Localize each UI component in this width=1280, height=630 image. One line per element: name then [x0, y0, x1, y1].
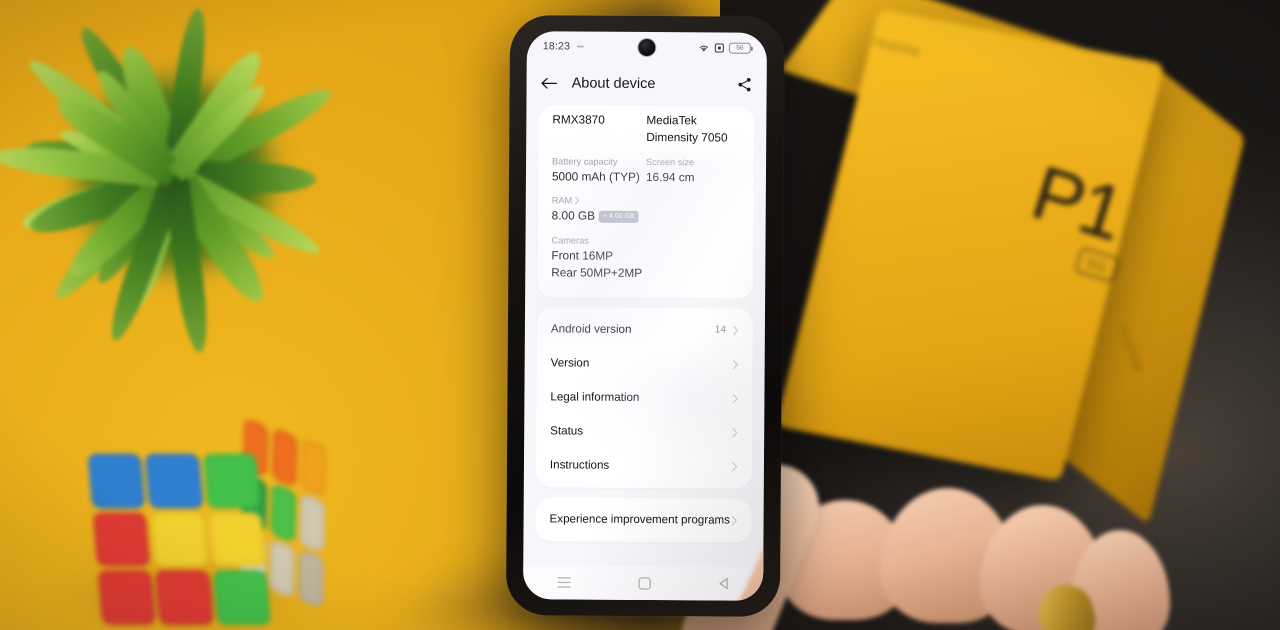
spec-ram-spacer [646, 185, 740, 225]
cube-sticker [212, 570, 272, 626]
experience-card: Experience improvement programs [535, 496, 752, 543]
ram-label-wrap: RAM [552, 196, 646, 207]
cube-sticker [150, 512, 209, 567]
cube-sticker [270, 483, 297, 544]
ram-label: RAM [551, 195, 573, 206]
page-title: About device [571, 75, 656, 93]
list-item-value: 14 [714, 324, 726, 336]
chevron-right-icon [575, 197, 580, 205]
cube-sticker [92, 512, 151, 567]
cube-sticker [300, 437, 327, 498]
list-item-label: Android version [550, 322, 632, 336]
screen-record-icon [714, 42, 724, 53]
spec-row-model: RMX3870 MediaTek Dimensity 7050 [552, 111, 740, 146]
status-dash-icon [577, 45, 585, 48]
battery-icon: 56 [728, 42, 751, 54]
wifi-icon [699, 45, 709, 52]
list-item[interactable]: Android version 14 [537, 312, 753, 348]
back-arrow-icon[interactable] [541, 76, 558, 90]
chipset-line2: Dimensity 7050 [646, 129, 728, 145]
spec-cameras-spacer [645, 225, 739, 282]
ram-value-wrap: 8.00 GB + 4.00 GB [552, 208, 646, 225]
cube-sticker [271, 427, 298, 488]
smartphone: 18:23 56 About device RMX3870 MediaTek D… [505, 15, 785, 617]
chevron-right-icon [733, 359, 738, 369]
spec-cameras: Cameras Front 16MP Rear 50MP+2MP [551, 224, 645, 281]
spec-screen: Screen size 16.94 cm [646, 146, 740, 186]
spec-battery: Battery capacity 5000 mAh (TYP) [552, 145, 646, 185]
app-bar: About device [526, 61, 767, 107]
navigation-bar [523, 565, 764, 601]
list-item[interactable]: Version [537, 346, 753, 382]
chevron-right-icon [732, 393, 738, 403]
screen-value: 16.94 cm [645, 169, 695, 184]
battery-value: 5000 mAh (TYP) [551, 168, 640, 184]
plant [0, 0, 390, 390]
ram-value: 8.00 GB [551, 208, 596, 223]
cube-sticker [155, 570, 214, 626]
cube-sticker [298, 548, 325, 609]
back-triangle-icon[interactable] [718, 577, 730, 590]
list-item-label: Status [550, 424, 584, 438]
specs-card: RMX3870 MediaTek Dimensity 7050 Battery … [537, 105, 755, 299]
spec-row-battery-screen: Battery capacity 5000 mAh (TYP) Screen s… [552, 145, 740, 186]
cube-sticker [299, 492, 326, 554]
product-box: realme P1 5G realme [775, 0, 1265, 525]
cameras-label: Cameras [551, 235, 589, 246]
chevron-right-icon [732, 461, 738, 471]
list-item[interactable]: Instructions [536, 448, 752, 484]
rubiks-cube [87, 417, 327, 630]
cube-sticker [207, 512, 266, 567]
spec-ram[interactable]: RAM 8.00 GB + 4.00 GB [552, 185, 646, 225]
cube-sticker [87, 453, 146, 509]
list-item[interactable]: Experience improvement programs [535, 502, 751, 538]
hand [673, 451, 1170, 630]
spec-row-cameras: Cameras Front 16MP Rear 50MP+2MP [551, 224, 739, 282]
phone-screen[interactable]: 18:23 56 About device RMX3870 MediaTek D… [523, 31, 767, 601]
share-icon[interactable] [737, 77, 753, 93]
chevron-right-icon [733, 325, 739, 335]
battery-level: 56 [736, 44, 744, 52]
home-square-icon[interactable] [637, 576, 651, 590]
specs-grid: RMX3870 MediaTek Dimensity 7050 Battery … [537, 105, 754, 298]
status-time: 18:23 [542, 40, 571, 53]
cube-sticker [144, 453, 204, 509]
camera-rear: Rear 50MP+2MP [551, 265, 643, 280]
spec-row-ram[interactable]: RAM 8.00 GB + 4.00 GB [552, 185, 740, 226]
list-item-label: Legal information [550, 390, 640, 404]
list-item-label: Instructions [549, 458, 610, 472]
photo-scene: realme P1 5G realme 18:23 56 About devic… [0, 0, 1280, 630]
list-item[interactable]: Status [536, 414, 752, 450]
camera-front: Front 16MP [551, 248, 614, 263]
menu-card: Android version 14 Version Legal informatio… [535, 306, 754, 489]
cube-sticker [269, 538, 296, 599]
list-item[interactable]: Legal information [536, 380, 752, 416]
spec-chipset: MediaTek Dimensity 7050 [646, 112, 740, 146]
chipset-line1: MediaTek [646, 113, 697, 128]
list-item-label: Version [550, 356, 590, 370]
ram-extension-badge: + 4.00 GB [598, 210, 639, 224]
spec-model: RMX3870 [552, 111, 646, 145]
chevron-right-icon [732, 427, 738, 437]
cube-sticker [202, 453, 261, 509]
screen-label: Screen size [646, 156, 695, 167]
chevron-right-icon [731, 515, 737, 525]
status-bar: 18:23 56 [527, 31, 767, 63]
model-value: RMX3870 [552, 112, 605, 127]
battery-label: Battery capacity [552, 155, 618, 167]
list-item-label: Experience improvement programs [549, 512, 731, 527]
settings-content[interactable]: RMX3870 MediaTek Dimensity 7050 Battery … [523, 105, 766, 543]
menu-lines-icon[interactable] [556, 576, 571, 588]
cube-sticker [97, 570, 156, 626]
front-camera-punchhole [638, 38, 656, 57]
cube-front-face [87, 453, 272, 626]
